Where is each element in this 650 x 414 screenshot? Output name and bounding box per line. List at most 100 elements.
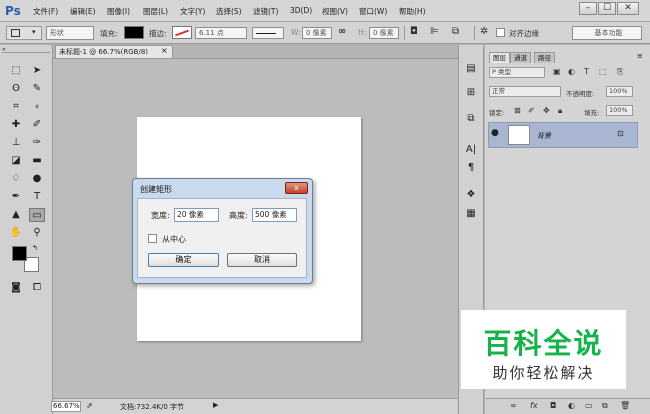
filter-pixel-icon[interactable]: ▣: [553, 67, 561, 76]
lasso-tool-icon[interactable]: ʘ: [8, 82, 24, 96]
width-field[interactable]: 0 像素: [302, 27, 332, 39]
eyedropper-tool-icon[interactable]: ⸗: [29, 100, 45, 114]
quick-select-tool-icon[interactable]: ✎: [29, 82, 45, 96]
add-mask-icon[interactable]: ◘: [550, 401, 556, 410]
quick-mask-icon[interactable]: ◙: [8, 281, 24, 295]
minimize-button[interactable]: –: [579, 2, 597, 15]
lock-position-icon[interactable]: ✥: [543, 106, 550, 115]
blur-tool-icon[interactable]: ♢: [8, 172, 24, 186]
menu-view[interactable]: 视图(V): [322, 6, 348, 17]
tab-paths[interactable]: 路径: [534, 52, 555, 63]
filter-shape-icon[interactable]: ⬚: [599, 67, 607, 76]
new-group-icon[interactable]: ▭: [585, 401, 593, 410]
foreground-color-swatch[interactable]: [12, 246, 27, 261]
layer-style-icon[interactable]: fx: [530, 401, 538, 410]
menu-file[interactable]: 文件(F): [33, 6, 58, 17]
zoom-tool-icon[interactable]: ⚲: [29, 226, 45, 240]
filter-smart-object-icon[interactable]: ⎘: [617, 67, 623, 77]
properties-panel-icon[interactable]: ⊞: [463, 86, 479, 100]
mode-select[interactable]: 形状: [46, 26, 94, 40]
tool-preset-picker[interactable]: ▾: [6, 26, 42, 40]
type-tool-icon[interactable]: T: [29, 190, 45, 204]
fill-field[interactable]: 100%: [606, 105, 633, 116]
filter-adjustment-icon[interactable]: ◐: [568, 67, 575, 76]
mode-value: 形状: [50, 29, 64, 37]
lock-transparent-icon[interactable]: ⊠: [514, 106, 521, 115]
swap-colors-icon[interactable]: ↰: [32, 244, 38, 252]
share-icon[interactable]: ⇗: [86, 401, 93, 410]
menu-select[interactable]: 选择(S): [216, 6, 242, 17]
path-arrangement-icon[interactable]: ⧉: [452, 26, 459, 37]
menu-3d[interactable]: 3D(D): [290, 6, 312, 15]
eye-icon[interactable]: ●: [491, 128, 499, 138]
grid-panel-icon[interactable]: ▦: [463, 207, 479, 221]
width-input[interactable]: 20 像素: [174, 208, 219, 222]
status-menu-arrow-icon[interactable]: ▶: [213, 401, 218, 409]
path-operations-icon[interactable]: ◘: [410, 26, 418, 37]
panel-menu-icon[interactable]: ≡: [637, 52, 643, 60]
document-tab[interactable]: 未标题-1 @ 66.7%(RGB/8): [55, 45, 173, 58]
lock-pixels-icon[interactable]: ✐: [528, 106, 535, 115]
brush-tool-icon[interactable]: ✐: [29, 118, 45, 132]
move-tool-icon[interactable]: ➤: [29, 64, 45, 78]
menu-help[interactable]: 帮助(H): [399, 6, 426, 17]
opacity-field[interactable]: 100%: [606, 86, 633, 97]
panel-collapse-icon[interactable]: »: [2, 47, 50, 53]
menu-layer[interactable]: 图层(L): [143, 6, 168, 17]
3d-panel-icon[interactable]: ❖: [463, 188, 479, 202]
rectangle-tool-icon[interactable]: ▭: [29, 208, 45, 222]
lock-all-icon[interactable]: 🔒︎: [558, 106, 562, 116]
tab-channels[interactable]: 通道: [510, 52, 531, 63]
clone-stamp-tool-icon[interactable]: ⊥: [8, 136, 24, 150]
stroke-size-field[interactable]: 6.11 点: [195, 27, 247, 39]
path-alignment-icon[interactable]: ⊫: [430, 26, 439, 37]
cancel-button[interactable]: 取消: [227, 253, 297, 267]
document-tab-close-icon[interactable]: ×: [161, 45, 168, 57]
link-layers-icon[interactable]: ∞: [510, 401, 517, 410]
character-panel-icon[interactable]: A|: [463, 143, 479, 157]
ok-button[interactable]: 确定: [148, 253, 219, 267]
screen-mode-icon[interactable]: ⧠: [29, 281, 45, 295]
filter-type-icon[interactable]: T: [584, 67, 589, 76]
restore-button[interactable]: ☐: [598, 2, 616, 15]
height-field[interactable]: 0 像素: [369, 27, 399, 39]
gear-icon[interactable]: ✲: [480, 26, 488, 37]
menu-window[interactable]: 窗口(W): [359, 6, 387, 17]
delete-layer-icon[interactable]: 🗑︎: [620, 401, 630, 410]
eraser-tool-icon[interactable]: ◪: [8, 154, 24, 168]
height-label: 高度:: [229, 211, 248, 220]
marquee-tool-icon[interactable]: ⬚: [8, 64, 24, 78]
new-layer-icon[interactable]: ⧉: [602, 401, 608, 411]
fill-swatch[interactable]: [124, 26, 144, 39]
align-edges-checkbox[interactable]: [496, 28, 505, 37]
history-brush-tool-icon[interactable]: ✑: [29, 136, 45, 150]
menu-edit[interactable]: 编辑(E): [70, 6, 96, 17]
adjustment-layer-icon[interactable]: ◐: [568, 401, 575, 410]
tab-layers[interactable]: 图层: [489, 52, 510, 63]
menu-filter[interactable]: 滤镜(T): [253, 6, 278, 17]
gradient-tool-icon[interactable]: ▬: [29, 154, 45, 168]
layer-name[interactable]: 背景: [537, 131, 551, 141]
healing-brush-tool-icon[interactable]: ✚: [8, 118, 24, 132]
menu-type[interactable]: 文字(Y): [180, 6, 205, 17]
hand-tool-icon[interactable]: ✋: [8, 226, 24, 240]
adjustments-panel-icon[interactable]: ⧉: [463, 112, 479, 126]
height-input[interactable]: 500 像素: [252, 208, 297, 222]
crop-tool-icon[interactable]: ⌗: [8, 100, 24, 114]
history-panel-icon[interactable]: ▤: [463, 62, 479, 76]
menu-image[interactable]: 图像(I): [107, 6, 130, 17]
layer-kind-filter[interactable]: P 类型: [489, 67, 545, 78]
pen-tool-icon[interactable]: ✒: [8, 190, 24, 204]
stroke-type-select[interactable]: [252, 27, 284, 39]
dodge-tool-icon[interactable]: ●: [29, 172, 45, 186]
stroke-swatch[interactable]: [172, 26, 192, 39]
path-selection-tool-icon[interactable]: ▲: [8, 208, 24, 222]
paragraph-panel-icon[interactable]: ¶: [463, 161, 479, 175]
blend-mode-select[interactable]: 正常: [489, 86, 561, 97]
zoom-field[interactable]: 66.67%: [51, 401, 81, 412]
workspace-select[interactable]: 基本功能: [572, 26, 642, 40]
dialog-close-button[interactable]: x: [285, 182, 308, 194]
link-icon[interactable]: ∞: [338, 26, 346, 37]
from-center-checkbox[interactable]: [148, 234, 157, 243]
close-window-button[interactable]: ✕: [617, 2, 639, 15]
